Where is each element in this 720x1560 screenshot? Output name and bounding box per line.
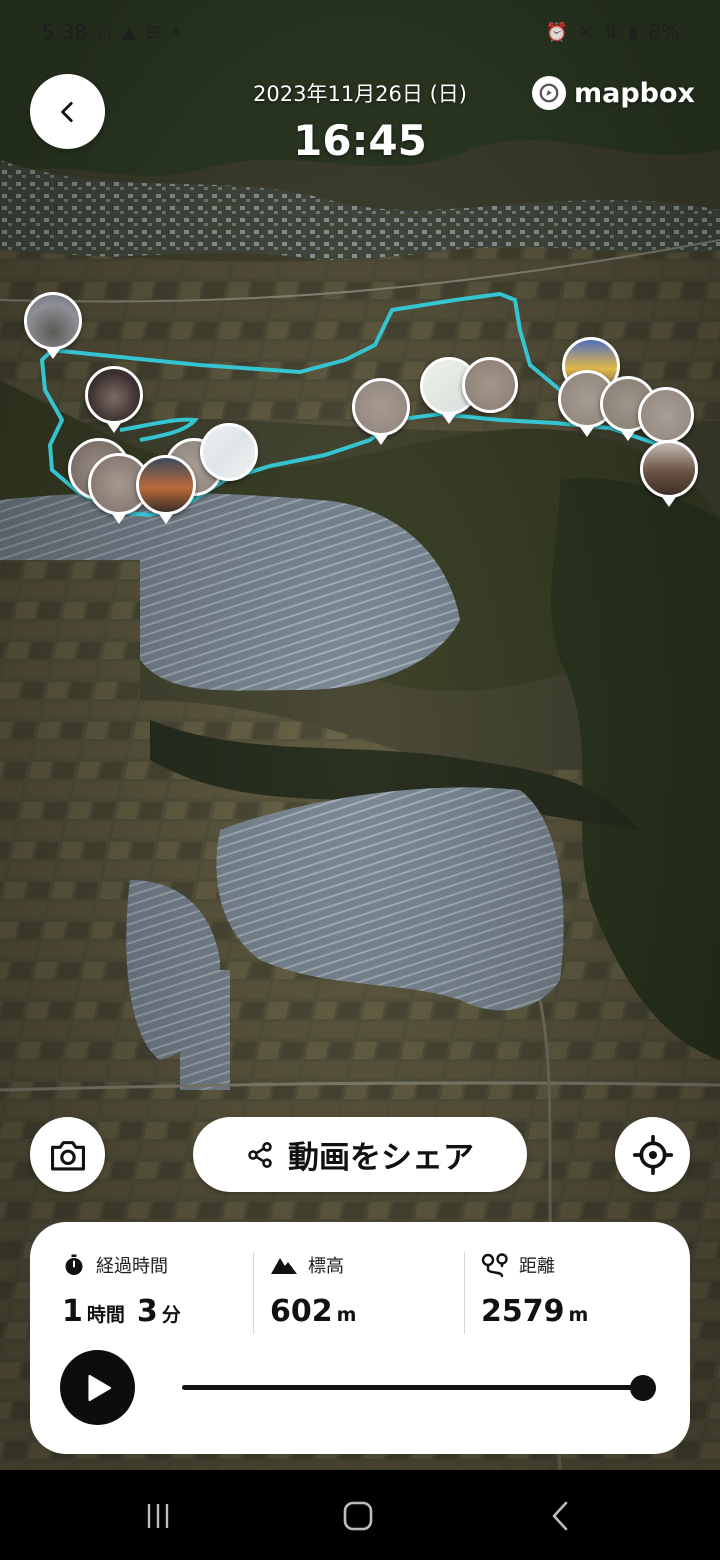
camera-button[interactable] xyxy=(30,1117,105,1192)
clock-text: 5:38 xyxy=(42,20,87,44)
photo-marker[interactable] xyxy=(85,366,143,433)
stat-divider xyxy=(464,1252,465,1334)
warning-icon: ▲ xyxy=(121,21,136,43)
4g-icon: ⇅ xyxy=(603,21,619,43)
elapsed-hours: 1 xyxy=(62,1294,83,1329)
distance-value: 2579 xyxy=(481,1294,565,1329)
photo-marker[interactable] xyxy=(638,387,694,443)
play-icon xyxy=(87,1374,111,1401)
crosshair-icon xyxy=(632,1134,673,1175)
recent-apps-button[interactable] xyxy=(138,1498,178,1534)
mapbox-logo: mapbox xyxy=(532,75,695,111)
elapsed-time-label: 経過時間 xyxy=(96,1256,168,1277)
track-replay-screen: 5:38 ◻ ▲ ⊞ • ⏰ ✕ ⇅ ▮ 8% 2023年11月26日 (日) … xyxy=(0,0,720,1560)
elevation-unit: m xyxy=(336,1304,357,1326)
track-time: 16:45 xyxy=(293,116,427,165)
camera-icon xyxy=(50,1140,85,1170)
track-stats-card: 経過時間 1 時間 3 分 標高 602 m 距離 2579 m xyxy=(30,1222,690,1454)
distance-unit: m xyxy=(568,1304,589,1326)
elevation-value: 602 xyxy=(270,1294,333,1329)
mountain-icon xyxy=(271,1258,297,1274)
photo-marker-map[interactable] xyxy=(200,423,258,481)
mapbox-icon xyxy=(532,76,566,110)
back-nav-button[interactable] xyxy=(540,1498,580,1534)
playback-progress-track[interactable] xyxy=(182,1385,642,1390)
share-icon xyxy=(248,1141,272,1168)
photo-marker[interactable] xyxy=(24,292,82,359)
battery-text: 8% xyxy=(648,20,680,44)
elevation-stat: 標高 602 m xyxy=(270,1252,460,1336)
elapsed-minutes: 3 xyxy=(136,1294,158,1329)
dot-icon: • xyxy=(170,21,182,43)
distance-stat: 距離 2579 m xyxy=(481,1252,671,1336)
play-button[interactable] xyxy=(60,1350,135,1425)
stopwatch-icon xyxy=(65,1254,83,1275)
alarm-icon: ⏰ xyxy=(545,21,569,43)
distance-label: 距離 xyxy=(519,1256,555,1277)
photo-marker[interactable] xyxy=(640,440,698,507)
photo-marker[interactable] xyxy=(352,378,410,445)
status-bar: 5:38 ◻ ▲ ⊞ • ⏰ ✕ ⇅ ▮ 8% xyxy=(0,18,720,50)
share-video-label: 動画をシェア xyxy=(288,1140,474,1176)
locate-button[interactable] xyxy=(615,1117,690,1192)
signal-icon: ▮ xyxy=(628,21,639,43)
home-icon xyxy=(343,1501,373,1531)
system-nav-bar xyxy=(0,1470,720,1560)
elapsed-minutes-unit: 分 xyxy=(161,1304,181,1326)
instagram-icon: ◻ xyxy=(96,21,112,43)
grid-icon: ⊞ xyxy=(145,21,161,43)
back-nav-icon xyxy=(552,1501,568,1531)
route-pin-icon xyxy=(481,1253,508,1278)
stat-divider xyxy=(253,1252,254,1334)
share-video-button[interactable]: 動画をシェア xyxy=(193,1117,527,1192)
playback-progress-thumb[interactable] xyxy=(630,1375,656,1401)
elevation-label: 標高 xyxy=(308,1256,344,1277)
photo-marker[interactable] xyxy=(136,455,196,524)
elapsed-time-stat: 経過時間 1 時間 3 分 xyxy=(62,1252,262,1336)
mapbox-wordmark: mapbox xyxy=(574,77,695,109)
mute-icon: ✕ xyxy=(578,21,594,43)
elapsed-hours-unit: 時間 xyxy=(86,1304,125,1326)
photo-marker[interactable] xyxy=(462,357,518,413)
home-button[interactable] xyxy=(338,1498,378,1534)
recent-apps-icon xyxy=(147,1504,169,1528)
